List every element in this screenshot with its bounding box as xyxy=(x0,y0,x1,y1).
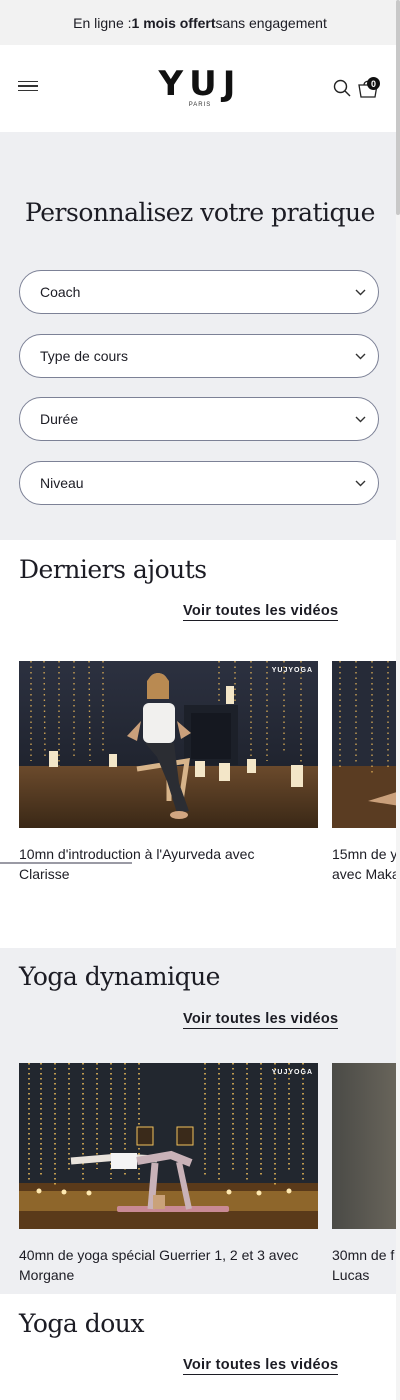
logo-text: YUJ xyxy=(158,64,242,104)
chevron-down-icon xyxy=(355,416,366,423)
gentle-yoga-section: Yoga doux Voir toutes les vidéos xyxy=(0,1294,400,1400)
search-icon[interactable] xyxy=(333,79,351,97)
chevron-down-icon xyxy=(355,353,366,360)
filters-section: Personnalisez votre pratique Coach Type … xyxy=(0,132,400,540)
select-label: Coach xyxy=(40,284,81,300)
section-title: Yoga dynamique xyxy=(19,962,220,991)
page-scrollbar[interactable] xyxy=(396,0,400,1400)
video-image xyxy=(332,1063,400,1229)
coach-select[interactable]: Coach xyxy=(19,270,379,314)
site-header: YUJ PARIS xyxy=(0,45,400,133)
announcement-bar: En ligne : 1 mois offert sans engagement xyxy=(0,0,400,45)
video-title[interactable]: 15mn de y avec Maka xyxy=(332,844,400,884)
video-image xyxy=(332,661,400,828)
announcement-highlight: 1 mois offert xyxy=(131,14,216,31)
filters-title: Personnalisez votre pratique xyxy=(25,198,375,227)
chevron-down-icon xyxy=(355,289,366,296)
menu-icon[interactable] xyxy=(18,81,38,93)
video-thumbnail[interactable]: YUJYOGA xyxy=(19,1063,318,1229)
scrollbar-thumb[interactable] xyxy=(396,0,400,215)
see-all-videos-link[interactable]: Voir toutes les vidéos xyxy=(183,603,339,621)
video-title[interactable]: 10mn d'introduction à l'Ayurveda avec Cl… xyxy=(19,844,319,884)
cart-count-badge: 0 xyxy=(367,77,380,90)
dynamic-yoga-section: Yoga dynamique Voir toutes les vidéos YU… xyxy=(0,948,400,1294)
level-select[interactable]: Niveau xyxy=(19,461,379,505)
logo[interactable]: YUJ PARIS xyxy=(158,67,242,108)
see-all-videos-link[interactable]: Voir toutes les vidéos xyxy=(183,1011,339,1029)
announcement-prefix: En ligne : xyxy=(73,14,132,31)
select-label: Type de cours xyxy=(40,348,128,364)
video-thumbnail[interactable]: YUJYOGA xyxy=(19,661,318,828)
video-watermark: YUJYOGA xyxy=(271,1069,313,1076)
duration-select[interactable]: Durée xyxy=(19,397,379,441)
see-all-videos-link[interactable]: Voir toutes les vidéos xyxy=(183,1357,339,1375)
video-watermark: YUJYOGA xyxy=(271,667,313,674)
section-title: Yoga doux xyxy=(19,1309,145,1338)
video-thumbnail[interactable] xyxy=(332,661,400,828)
course-type-select[interactable]: Type de cours xyxy=(19,334,379,378)
select-label: Niveau xyxy=(40,475,84,491)
announcement-suffix: sans engagement xyxy=(215,14,327,31)
video-title[interactable]: 30mn de f Lucas xyxy=(332,1245,400,1285)
video-image xyxy=(19,661,318,828)
video-image xyxy=(19,1063,318,1229)
select-label: Durée xyxy=(40,411,79,427)
video-title[interactable]: 40mn de yoga spécial Guerrier 1, 2 et 3 … xyxy=(19,1245,324,1285)
section-title: Derniers ajouts xyxy=(19,555,207,584)
video-thumbnail[interactable] xyxy=(332,1063,400,1229)
chevron-down-icon xyxy=(355,480,366,487)
latest-section: Derniers ajouts Voir toutes les vidéos Y… xyxy=(0,540,400,948)
carousel-progress xyxy=(0,862,132,864)
